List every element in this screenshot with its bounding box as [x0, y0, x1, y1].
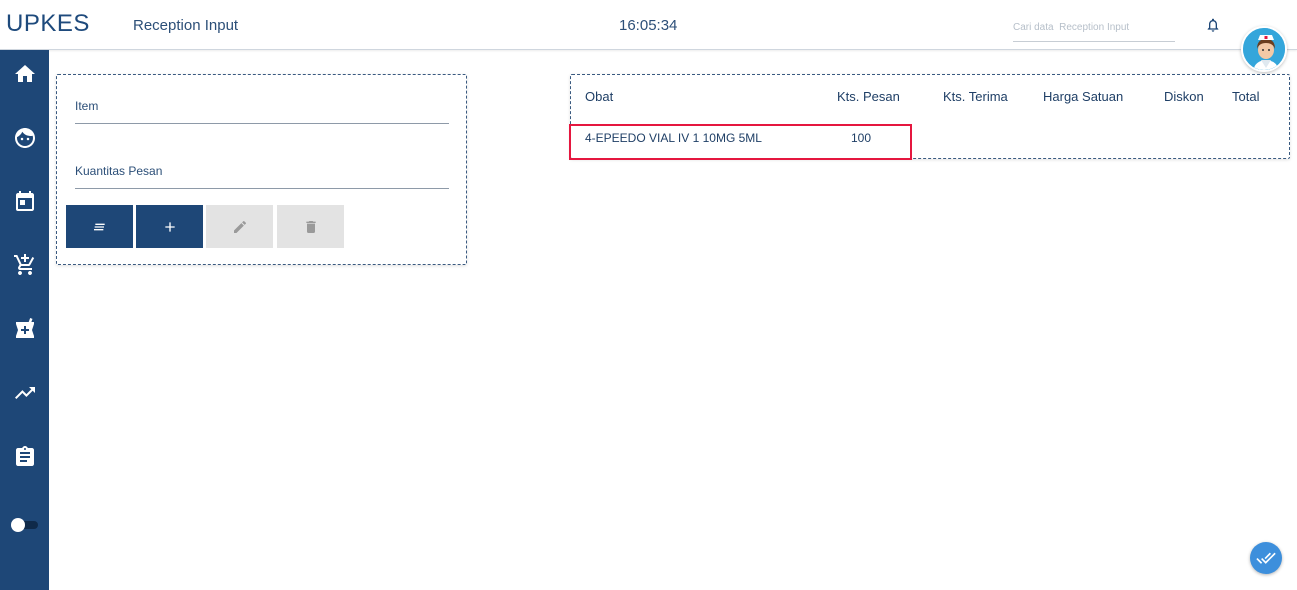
column-header-diskon[interactable]: Diskon	[1164, 89, 1204, 104]
edit-button[interactable]	[206, 205, 273, 248]
face-icon	[14, 128, 35, 148]
delete-button[interactable]	[277, 205, 344, 248]
selected-row-highlight	[569, 124, 912, 160]
calendar-icon	[15, 191, 34, 211]
app-title[interactable]: UPKES	[6, 10, 90, 38]
sidebar-item-purchase[interactable]	[0, 242, 49, 288]
top-bar: UPKES Reception Input 16:05:34	[0, 0, 1297, 50]
sidebar-item-medical[interactable]	[0, 306, 49, 352]
sidebar-item-patient[interactable]	[0, 115, 49, 161]
sidebar-item-assignment[interactable]	[0, 434, 49, 480]
sidebar-item-calendar[interactable]	[0, 178, 49, 224]
pencil-icon	[233, 220, 246, 233]
column-header-kts-terima[interactable]: Kts. Terima	[943, 89, 1008, 104]
column-header-harga-satuan[interactable]: Harga Satuan	[1043, 89, 1123, 104]
column-header-total[interactable]: Total	[1232, 89, 1259, 104]
column-header-obat[interactable]: Obat	[585, 89, 613, 104]
trending-up-icon	[14, 387, 35, 399]
sidebar-item-home[interactable]	[0, 51, 49, 97]
sidebar-item-reports[interactable]	[0, 370, 49, 416]
list-button[interactable]	[66, 205, 133, 248]
trash-icon	[305, 220, 316, 233]
item-field-label: Item	[75, 99, 99, 113]
quantity-field-label: Kuantitas Pesan	[75, 164, 163, 178]
add-cart-icon	[13, 254, 34, 275]
add-button[interactable]	[136, 205, 203, 248]
clock: 16:05:34	[619, 17, 678, 34]
list-icon	[93, 223, 105, 230]
page-title: Reception Input	[133, 17, 239, 34]
column-header-kts-pesan[interactable]: Kts. Pesan	[837, 89, 900, 104]
medical-icon	[15, 318, 34, 338]
quantity-field[interactable]	[75, 188, 449, 189]
clipboard-icon	[15, 446, 34, 466]
reception-form-card: Item Kuantitas Pesan	[56, 74, 467, 265]
confirm-fab[interactable]	[1250, 542, 1282, 574]
double-check-icon	[1256, 552, 1276, 564]
toggle-icon[interactable]	[10, 518, 40, 532]
search-input[interactable]	[1013, 14, 1175, 42]
home-icon	[14, 65, 35, 82]
user-avatar[interactable]	[1241, 26, 1287, 72]
item-field[interactable]	[75, 123, 449, 124]
bell-icon[interactable]	[1205, 16, 1221, 34]
plus-icon	[164, 221, 175, 232]
sidebar	[0, 50, 49, 590]
